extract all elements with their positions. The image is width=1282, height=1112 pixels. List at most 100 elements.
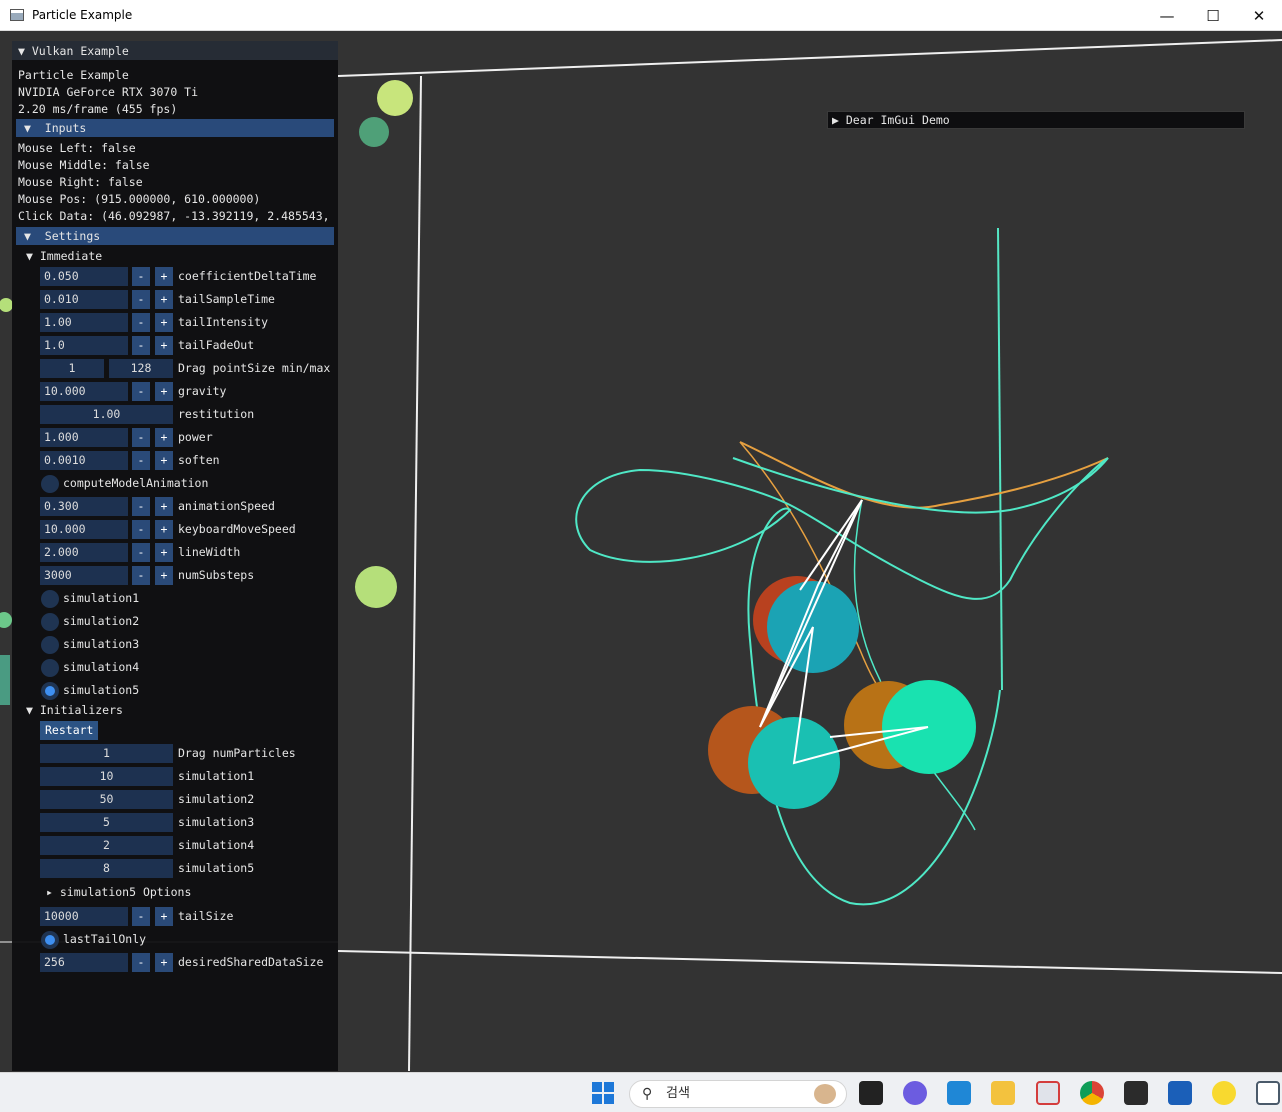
tail-trail xyxy=(575,457,1109,906)
whiteboard-icon[interactable] xyxy=(1168,1081,1192,1105)
coefficient-delta-time-input[interactable]: 0.050 xyxy=(40,267,128,286)
animation-speed-input[interactable]: 0.300 xyxy=(40,497,128,516)
increment-button[interactable]: + xyxy=(155,907,173,926)
simulation1-radio[interactable] xyxy=(41,590,59,608)
input-status: Mouse Right: false xyxy=(18,175,143,189)
simulation2-drag[interactable]: 50 xyxy=(40,790,173,809)
line-width-input[interactable]: 2.000 xyxy=(40,543,128,562)
increment-button[interactable]: + xyxy=(155,290,173,309)
field-label: soften xyxy=(178,453,220,467)
num-substeps-input[interactable]: 3000 xyxy=(40,566,128,585)
field-label: coefficientDeltaTime xyxy=(178,269,317,283)
decrement-button[interactable]: - xyxy=(132,313,150,332)
kakaotalk-icon[interactable] xyxy=(1212,1081,1236,1105)
increment-button[interactable]: + xyxy=(155,953,173,972)
tail-sample-time-input[interactable]: 0.010 xyxy=(40,290,128,309)
soften-input[interactable]: 0.0010 xyxy=(40,451,128,470)
chat-icon[interactable] xyxy=(903,1081,927,1105)
taskbar: ⚲ 검색 xyxy=(0,1072,1282,1112)
restart-button[interactable]: Restart xyxy=(40,721,99,740)
simulation4-radio[interactable] xyxy=(41,659,59,677)
search-box[interactable]: ⚲ 검색 xyxy=(629,1080,847,1108)
simulation4-drag[interactable]: 2 xyxy=(40,836,173,855)
increment-button[interactable]: + xyxy=(155,428,173,447)
decrement-button[interactable]: - xyxy=(132,953,150,972)
input-status: Click Data: (46.092987, -13.392119, 2.48… xyxy=(18,209,330,223)
search-highlight-icon xyxy=(814,1084,836,1104)
restitution-slider[interactable]: 1.00 xyxy=(40,405,173,424)
simulation3-radio[interactable] xyxy=(41,636,59,654)
simulation5-drag[interactable]: 8 xyxy=(40,859,173,878)
decrement-button[interactable]: - xyxy=(132,382,150,401)
gravity-input[interactable]: 10.000 xyxy=(40,382,128,401)
file-explorer-icon[interactable] xyxy=(991,1081,1015,1105)
simulation1-drag[interactable]: 10 xyxy=(40,767,173,786)
last-tail-only-checkbox[interactable] xyxy=(41,931,59,949)
increment-button[interactable]: + xyxy=(155,451,173,470)
decrement-button[interactable]: - xyxy=(132,520,150,539)
tail-fade-out-input[interactable]: 1.0 xyxy=(40,336,128,355)
decrement-button[interactable]: - xyxy=(132,907,150,926)
minimize-button[interactable]: — xyxy=(1144,0,1190,31)
simulation3-drag[interactable]: 5 xyxy=(40,813,173,832)
decrement-button[interactable]: - xyxy=(132,497,150,516)
vscode-icon[interactable] xyxy=(947,1081,971,1105)
increment-button[interactable]: + xyxy=(155,313,173,332)
boundary-line xyxy=(408,75,422,1071)
chrome-icon[interactable] xyxy=(1080,1081,1104,1105)
increment-button[interactable]: + xyxy=(155,382,173,401)
immediate-tree-node[interactable]: ▼ Immediate xyxy=(26,248,102,265)
simulation5-options-tree-node[interactable]: ▸ simulation5 Options xyxy=(46,884,191,901)
increment-button[interactable]: + xyxy=(155,520,173,539)
pointsize-max-drag[interactable]: 128 xyxy=(109,359,173,378)
decrement-button[interactable]: - xyxy=(132,451,150,470)
field-label: restitution xyxy=(178,407,255,421)
info-line: 2.20 ms/frame (455 fps) xyxy=(18,102,178,116)
decrement-button[interactable]: - xyxy=(132,428,150,447)
close-button[interactable]: ✕ xyxy=(1236,0,1282,31)
field-label: keyboardMoveSpeed xyxy=(178,522,296,536)
power-input[interactable]: 1.000 xyxy=(40,428,128,447)
increment-button[interactable]: + xyxy=(155,267,173,286)
pointsize-min-drag[interactable]: 1 xyxy=(40,359,104,378)
particle xyxy=(0,655,10,705)
terminal-icon[interactable] xyxy=(1124,1081,1148,1105)
start-button[interactable] xyxy=(591,1081,615,1105)
imgui-demo-window[interactable]: ▶ Dear ImGui Demo xyxy=(827,111,1245,129)
particle-example-taskbar-icon[interactable] xyxy=(1256,1081,1280,1105)
tail-size-input[interactable]: 10000 xyxy=(40,907,128,926)
increment-button[interactable]: + xyxy=(155,543,173,562)
search-placeholder: 검색 xyxy=(666,1086,690,1101)
tree-label: Initializers xyxy=(39,703,123,717)
decrement-button[interactable]: - xyxy=(132,290,150,309)
app-icon xyxy=(10,9,24,21)
decrement-button[interactable]: - xyxy=(132,336,150,355)
snipping-tool-icon[interactable] xyxy=(1036,1081,1060,1105)
inputs-section-header[interactable]: ▼ Inputs xyxy=(16,119,334,137)
settings-section-header[interactable]: ▼ Settings xyxy=(16,227,334,245)
simulation2-radio[interactable] xyxy=(41,613,59,631)
initializers-tree-node[interactable]: ▼ Initializers xyxy=(26,702,123,719)
tail-intensity-input[interactable]: 1.00 xyxy=(40,313,128,332)
increment-button[interactable]: + xyxy=(155,566,173,585)
vulkan-example-panel[interactable]: ▼ Vulkan Example Particle Example NVIDIA… xyxy=(12,41,338,1071)
info-line: Particle Example xyxy=(18,68,129,82)
decrement-button[interactable]: - xyxy=(132,566,150,585)
num-particles-drag[interactable]: 1 xyxy=(40,744,173,763)
boundary-line xyxy=(337,950,1282,974)
panel-header[interactable]: ▼ Vulkan Example xyxy=(12,41,338,60)
decrement-button[interactable]: - xyxy=(132,267,150,286)
radio-label: simulation2 xyxy=(63,614,140,628)
decrement-button[interactable]: - xyxy=(132,543,150,562)
field-label: gravity xyxy=(178,384,227,398)
increment-button[interactable]: + xyxy=(155,336,173,355)
compute-model-animation-checkbox[interactable] xyxy=(41,475,59,493)
keyboard-move-speed-input[interactable]: 10.000 xyxy=(40,520,128,539)
maximize-button[interactable]: ☐ xyxy=(1190,0,1236,31)
simulation5-radio[interactable] xyxy=(41,682,59,700)
desired-shared-data-size-input[interactable]: 256 xyxy=(40,953,128,972)
task-view-icon[interactable] xyxy=(859,1081,883,1105)
increment-button[interactable]: + xyxy=(155,497,173,516)
field-label: tailSize xyxy=(178,909,234,923)
field-label: simulation5 xyxy=(178,861,255,875)
